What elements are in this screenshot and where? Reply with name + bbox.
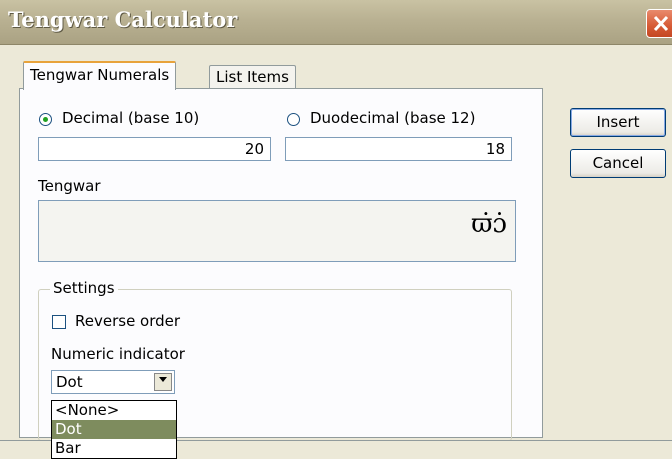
- duodecimal-input[interactable]: 18: [285, 137, 512, 161]
- cancel-button[interactable]: Cancel: [570, 149, 666, 178]
- numeric-indicator-label: Numeric indicator: [51, 345, 185, 363]
- tab-label: List Items: [216, 68, 289, 86]
- decimal-radio[interactable]: [39, 113, 52, 126]
- decimal-label: Decimal (base 10): [62, 109, 200, 127]
- title-bar: Tengwar Calculator: [0, 0, 672, 45]
- option-bar[interactable]: Bar: [52, 439, 176, 458]
- reverse-order-checkbox[interactable]: [52, 315, 66, 329]
- numeric-indicator-dropdown: <None> Dot Bar: [51, 400, 177, 459]
- duodecimal-label: Duodecimal (base 12): [310, 109, 476, 127]
- tengwar-label: Tengwar: [38, 177, 101, 195]
- tab-list-items[interactable]: List Items: [209, 65, 296, 90]
- reverse-order-label: Reverse order: [75, 312, 181, 330]
- chevron-down-icon: [159, 377, 167, 382]
- dropdown-button[interactable]: [154, 373, 172, 391]
- tengwar-output: ϖ̇ɔ̇: [38, 200, 516, 262]
- option-dot[interactable]: Dot: [52, 420, 176, 439]
- select-value: Dot: [56, 373, 83, 391]
- insert-button[interactable]: Insert: [570, 108, 666, 137]
- tab-tengwar-numerals[interactable]: Tengwar Numerals: [23, 61, 177, 90]
- numeric-indicator-select[interactable]: Dot: [51, 370, 175, 394]
- window-title: Tengwar Calculator: [8, 7, 238, 32]
- settings-title: Settings: [50, 279, 118, 297]
- duodecimal-radio[interactable]: [287, 113, 300, 126]
- close-button[interactable]: [646, 9, 672, 38]
- decimal-input[interactable]: 20: [38, 137, 271, 161]
- tab-label: Tengwar Numerals: [30, 66, 170, 84]
- tengwar-glyph: ϖ̇ɔ̇: [471, 209, 507, 239]
- close-icon: [653, 15, 669, 32]
- radio-selected-dot: [43, 117, 48, 122]
- option-none[interactable]: <None>: [52, 401, 176, 420]
